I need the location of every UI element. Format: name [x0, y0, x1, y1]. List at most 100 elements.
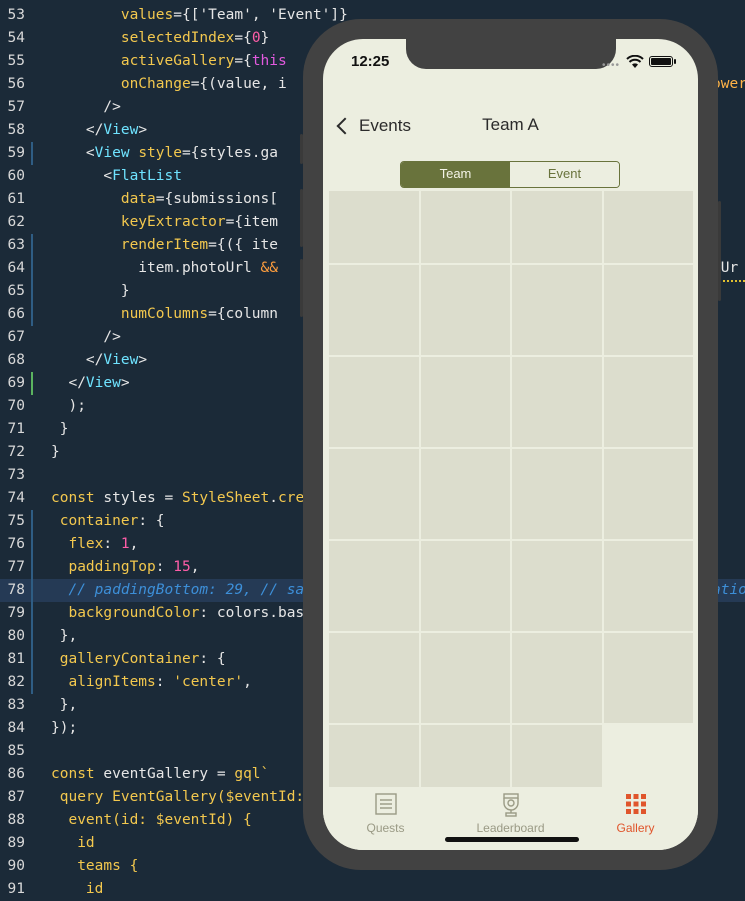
gallery-photo-placeholder[interactable]: [603, 449, 695, 541]
line-number: 88: [7, 812, 25, 828]
gallery-photo-placeholder[interactable]: [420, 449, 512, 541]
status-time: 12:25: [351, 53, 390, 70]
code-text: event(id: $eventId) {: [51, 812, 252, 828]
gallery-photo-placeholder[interactable]: [512, 357, 604, 449]
code-text: <FlatList: [51, 168, 182, 184]
line-number: 84: [7, 720, 25, 736]
line-number: 60: [7, 168, 25, 184]
battery-icon: [649, 56, 673, 67]
line-number: 62: [7, 214, 25, 230]
line-number: 53: [7, 7, 25, 23]
gallery-photo-placeholder[interactable]: [329, 541, 421, 633]
line-number: 69: [7, 375, 25, 391]
segment-team[interactable]: Team: [401, 162, 510, 187]
line-number: 89: [7, 835, 25, 851]
line-number: 87: [7, 789, 25, 805]
code-text: const styles = StyleSheet.creat: [51, 490, 322, 506]
gallery-photo-placeholder[interactable]: [603, 633, 695, 725]
code-text: const eventGallery = gql`: [51, 766, 270, 782]
git-gutter-marker: [31, 648, 33, 671]
gallery-photo-placeholder[interactable]: [329, 191, 421, 265]
gallery-grid[interactable]: [329, 191, 695, 817]
git-gutter-marker: [31, 625, 33, 648]
line-number: 70: [7, 398, 25, 414]
code-text: id: [51, 881, 104, 897]
code-line[interactable]: 91 id: [0, 878, 745, 901]
git-gutter-marker: [31, 533, 33, 556]
line-number: 78: [7, 582, 25, 598]
line-number: 76: [7, 536, 25, 552]
gallery-photo-placeholder[interactable]: [512, 191, 604, 265]
git-gutter-marker: [31, 579, 33, 602]
gallery-photo-placeholder[interactable]: [512, 449, 604, 541]
line-number: 75: [7, 513, 25, 529]
code-text: activeGallery={this: [120, 53, 287, 69]
code-text: container: {: [51, 513, 165, 529]
gallery-photo-placeholder[interactable]: [420, 191, 512, 265]
line-number: 77: [7, 559, 25, 575]
code-text: selectedIndex={0}: [120, 30, 270, 46]
line-number: 63: [7, 237, 25, 253]
tab-leaderboard-label: Leaderboard: [476, 821, 545, 835]
tab-leaderboard[interactable]: Leaderboard: [448, 787, 573, 837]
code-text: <View style={styles.ga: [51, 145, 278, 161]
volume-up-button: [300, 189, 303, 247]
gallery-photo-placeholder[interactable]: [603, 541, 695, 633]
nav-title: Team A: [482, 115, 539, 134]
trophy-icon: [502, 793, 519, 817]
git-gutter-marker: [31, 671, 33, 694]
gallery-photo-placeholder[interactable]: [329, 357, 421, 449]
mute-switch: [300, 134, 303, 164]
line-number: 65: [7, 283, 25, 299]
line-number: 61: [7, 191, 25, 207]
line-number: 79: [7, 605, 25, 621]
code-text: // paddingBottom: 29, // sa: [51, 582, 305, 598]
code-text: keyExtractor={item: [120, 214, 278, 230]
line-number: 57: [7, 99, 25, 115]
tab-quests[interactable]: Quests: [323, 787, 448, 837]
line-number: 66: [7, 306, 25, 322]
line-number: 55: [7, 53, 25, 69]
gallery-photo-placeholder[interactable]: [420, 265, 512, 357]
segment-event[interactable]: Event: [510, 162, 619, 187]
line-number: 86: [7, 766, 25, 782]
code-text: alignItems: 'center',: [51, 674, 252, 690]
git-gutter-marker: [31, 280, 33, 303]
tab-gallery[interactable]: Gallery: [573, 787, 698, 837]
gallery-photo-placeholder[interactable]: [512, 265, 604, 357]
code-text: </View>: [51, 122, 148, 138]
gallery-photo-placeholder[interactable]: [512, 633, 604, 725]
tab-quests-label: Quests: [366, 821, 405, 835]
code-text: galleryContainer: {: [51, 651, 226, 667]
line-number: 67: [7, 329, 25, 345]
gallery-photo-placeholder[interactable]: [603, 191, 695, 265]
line-number: 74: [7, 490, 25, 506]
git-gutter-marker: [31, 257, 33, 280]
git-gutter-marker: [31, 602, 33, 625]
gallery-photo-placeholder[interactable]: [420, 541, 512, 633]
list-icon: [374, 793, 397, 815]
line-number: 82: [7, 674, 25, 690]
code-text: onChange={(value, i: [120, 76, 287, 92]
code-text: id: [51, 835, 95, 851]
code-text: />: [51, 99, 121, 115]
phone-screen: 12:25 •••• Events Team A Team Event Ques…: [323, 39, 698, 850]
code-text: query EventGallery($eventId:: [51, 789, 305, 805]
code-text: data={submissions[: [120, 191, 278, 207]
gallery-photo-placeholder[interactable]: [329, 265, 421, 357]
gallery-photo-placeholder[interactable]: [603, 357, 695, 449]
power-button: [718, 201, 721, 301]
tab-gallery-label: Gallery: [616, 821, 655, 835]
line-number: 80: [7, 628, 25, 644]
gallery-photo-placeholder[interactable]: [512, 541, 604, 633]
gallery-photo-placeholder[interactable]: [420, 357, 512, 449]
gallery-photo-placeholder[interactable]: [420, 633, 512, 725]
gallery-photo-placeholder[interactable]: [603, 265, 695, 357]
line-number: 85: [7, 743, 25, 759]
wifi-icon: [626, 55, 644, 68]
home-indicator: [445, 837, 579, 842]
code-text: />: [51, 329, 121, 345]
code-text: numColumns={column: [120, 306, 278, 322]
gallery-photo-placeholder[interactable]: [329, 449, 421, 541]
gallery-photo-placeholder[interactable]: [329, 633, 421, 725]
